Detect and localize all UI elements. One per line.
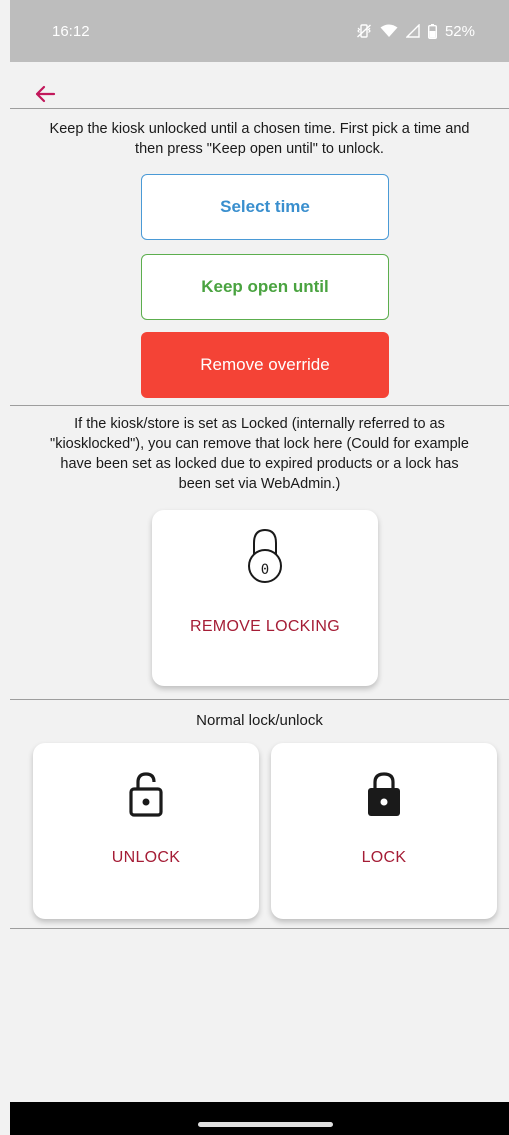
divider: [10, 928, 509, 929]
unlock-label: UNLOCK: [111, 849, 181, 866]
remove-locking-label: REMOVE LOCKING: [189, 618, 340, 635]
keep-open-until-button[interactable]: Keep open until: [141, 254, 389, 320]
back-button[interactable]: [30, 82, 60, 106]
override-section: Keep the kiosk unlocked until a chosen t…: [10, 109, 509, 405]
override-description: Keep the kiosk unlocked until a chosen t…: [10, 109, 509, 159]
override-description-line: Keep the kiosk unlocked until a chosen t…: [49, 121, 470, 137]
status-time: 16:12: [52, 22, 90, 40]
status-icons: 52%: [356, 23, 475, 40]
kiosklock-description-line: "kiosklocked"), you can remove that lock…: [50, 436, 469, 452]
signal-icon: [405, 24, 420, 38]
kiosklock-description-line: been set via WebAdmin.): [178, 476, 341, 492]
normal-lock-section: Normal lock/unlock UNLOCK LOCK: [10, 700, 509, 928]
padlock-digit: 0: [260, 562, 270, 578]
lock-card[interactable]: LOCK: [271, 743, 497, 919]
kiosklock-description-line: If the kiosk/store is set as Locked (int…: [74, 416, 445, 432]
battery-percent: 52%: [444, 22, 475, 40]
app-content: Keep the kiosk unlocked until a chosen t…: [10, 62, 509, 1102]
arrow-left-icon: [35, 85, 56, 103]
override-description-line: then press "Keep open until" to unlock.: [135, 141, 384, 157]
remove-override-button[interactable]: Remove override: [141, 332, 389, 398]
left-edge-strip: [0, 0, 10, 1135]
toolbar: [10, 62, 509, 108]
navigation-bar: [10, 1102, 509, 1135]
status-bar: 16:12 52%: [10, 0, 509, 62]
home-gesture-handle[interactable]: [198, 1122, 333, 1127]
unlock-card[interactable]: UNLOCK: [33, 743, 259, 919]
normal-lock-title: Normal lock/unlock: [196, 712, 323, 729]
lock-open-icon: [129, 772, 163, 817]
kiosklock-section: If the kiosk/store is set as Locked (int…: [10, 406, 509, 699]
select-time-button[interactable]: Select time: [141, 174, 389, 240]
wifi-icon: [380, 24, 398, 37]
lock-label: LOCK: [361, 849, 407, 866]
vibrate-off-icon: [356, 24, 371, 38]
kiosklock-description: If the kiosk/store is set as Locked (int…: [10, 406, 509, 494]
kiosklock-description-line: have been set as locked due to expired p…: [60, 456, 459, 472]
remove-locking-card[interactable]: 0 REMOVE LOCKING: [152, 510, 378, 686]
lock-closed-icon: [368, 772, 400, 816]
battery-icon: [427, 23, 437, 39]
